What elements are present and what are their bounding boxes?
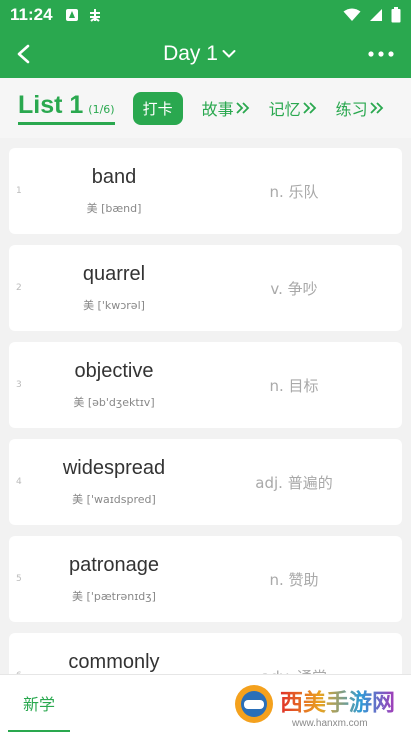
chevron-down-icon — [222, 50, 236, 58]
word-text: commonly — [68, 651, 160, 673]
double-chevron-right-icon — [370, 102, 383, 114]
word-list: 1 band 美 [bænd] n. 乐队 2 quarrel 美 ['kwɔr… — [0, 138, 411, 674]
word-meaning: v. 争吵 — [270, 279, 318, 298]
word-card[interactable]: 5 patronage 美 ['pætrənɪdʒ] n. 赞助 — [9, 536, 402, 622]
word-card[interactable]: 1 band 美 [bænd] n. 乐队 — [9, 148, 402, 234]
page-title: Day 1 — [163, 42, 218, 65]
word-card[interactable]: 6 commonly adv. 通常 — [9, 633, 402, 674]
battery-icon — [391, 7, 401, 23]
signal-icon — [370, 9, 382, 21]
tabs-row: List 1 (1/6) 打卡 故事 记忆 练习 — [0, 78, 411, 138]
word-number: 6 — [16, 633, 22, 674]
word-text: widespread — [62, 457, 166, 479]
list-progress: (1/6) — [88, 103, 115, 116]
checkin-button[interactable]: 打卡 — [132, 91, 183, 125]
word-phonetic: 美 ['pætrənɪdʒ] — [72, 590, 156, 603]
double-chevron-right-icon — [235, 102, 249, 114]
list-title: List 1 — [18, 91, 84, 119]
word-meaning: adv. 通常 — [224, 633, 364, 675]
tab-story[interactable]: 故事 — [202, 96, 250, 120]
status-bar: 11:24 — [0, 0, 411, 30]
svg-text:www.hanxm.com: www.hanxm.com — [291, 718, 368, 729]
tab-memory-label: 记忆 — [268, 100, 301, 119]
word-card[interactable]: 3 objective 美 [əb'dʒektɪv] n. 目标 — [9, 342, 402, 428]
word-phonetic: 美 [bænd] — [86, 202, 142, 215]
word-number: 3 — [16, 380, 22, 390]
word-text: band — [91, 166, 137, 188]
double-chevron-right-icon — [303, 102, 316, 114]
day-selector[interactable]: Day 1 — [48, 42, 351, 66]
more-button[interactable] — [351, 30, 411, 78]
word-text: objective — [74, 360, 154, 382]
tab-story-label: 故事 — [201, 100, 234, 119]
word-number: 1 — [16, 186, 22, 196]
back-arrow-icon — [17, 44, 30, 64]
word-number: 4 — [16, 477, 22, 487]
list-tab[interactable]: List 1 (1/6) — [18, 91, 115, 125]
word-meaning: n. 目标 — [269, 376, 319, 395]
wifi-icon — [343, 8, 361, 21]
word-meaning: n. 赞助 — [269, 570, 319, 589]
status-time: 11:24 — [10, 5, 53, 24]
watermark-logo: 西美手游网 www.hanxm.com — [235, 685, 395, 729]
word-number: 5 — [16, 574, 22, 584]
tab-practice[interactable]: 练习 — [336, 96, 384, 120]
word-card[interactable]: 2 quarrel 美 ['kwɔrəl] v. 争吵 — [9, 245, 402, 331]
word-number: 2 — [16, 283, 22, 293]
word-text: patronage — [68, 554, 160, 576]
word-meaning: adj. 普遍的 — [255, 473, 333, 492]
tab-practice-label: 练习 — [335, 100, 368, 119]
word-phonetic: 美 ['kwɔrəl] — [83, 299, 145, 312]
more-dots-icon — [368, 51, 394, 57]
app-bar: Day 1 — [0, 30, 411, 78]
tab-memory[interactable]: 记忆 — [269, 96, 317, 120]
word-phonetic: 美 [əb'dʒektɪv] — [73, 396, 155, 409]
notification-bug-icon — [89, 9, 100, 22]
word-text: quarrel — [82, 263, 146, 285]
back-button[interactable] — [0, 30, 48, 78]
word-phonetic: 美 ['waɪdspred] — [72, 493, 156, 506]
tab-new-learn[interactable]: 新学 — [8, 675, 70, 732]
notification-app-icon — [65, 9, 78, 21]
word-card[interactable]: 4 widespread 美 ['waɪdspred] adj. 普遍的 — [9, 439, 402, 525]
word-meaning: n. 乐队 — [269, 182, 319, 201]
svg-text:西美手游网: 西美手游网 — [280, 689, 395, 716]
